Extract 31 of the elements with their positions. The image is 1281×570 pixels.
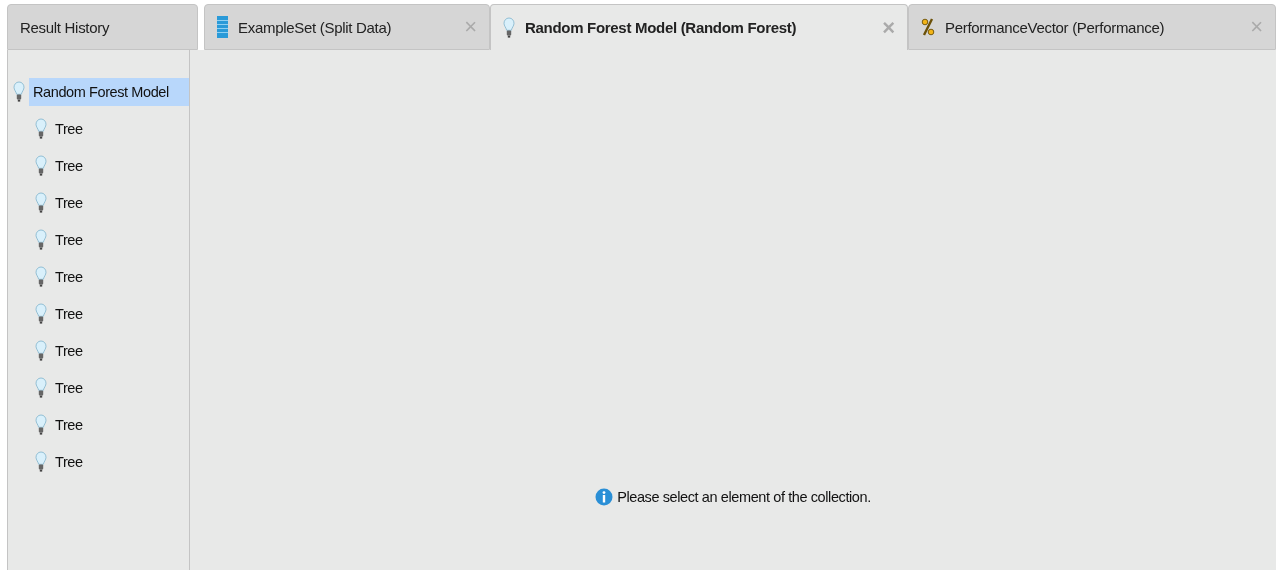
table-icon xyxy=(217,16,228,38)
tree-item[interactable]: Tree xyxy=(51,373,87,402)
info-message: Please select an element of the collection. xyxy=(617,489,871,505)
tree-item[interactable]: Tree xyxy=(51,225,87,254)
light-bulb-icon xyxy=(35,413,47,436)
tab[interactable]: Result History xyxy=(7,4,198,50)
light-bulb-icon xyxy=(35,450,47,473)
percent-icon xyxy=(921,18,935,36)
tree-item[interactable]: Tree xyxy=(51,447,87,476)
tree-item[interactable]: Tree xyxy=(51,410,87,439)
light-bulb-icon xyxy=(503,16,515,39)
tree-item[interactable]: Tree xyxy=(51,188,87,217)
tab[interactable]: PerformanceVector (Performance) × xyxy=(908,4,1276,50)
light-bulb-icon xyxy=(35,265,47,288)
light-bulb-icon xyxy=(35,154,47,177)
tree-item[interactable]: Tree xyxy=(51,262,87,291)
tree-item[interactable]: Tree xyxy=(51,151,87,180)
light-bulb-icon xyxy=(35,117,47,140)
light-bulb-icon xyxy=(35,228,47,251)
light-bulb-icon xyxy=(35,191,47,214)
tree-item[interactable]: Tree xyxy=(51,114,87,143)
light-bulb-icon xyxy=(13,80,25,103)
tab[interactable]: Random Forest Model (Random Forest) × xyxy=(490,4,908,50)
tree-item[interactable]: Random Forest Model xyxy=(29,77,189,106)
tree-item[interactable]: Tree xyxy=(51,299,87,328)
light-bulb-icon xyxy=(35,339,47,362)
info-icon xyxy=(595,488,614,506)
light-bulb-icon xyxy=(35,302,47,325)
light-bulb-icon xyxy=(35,376,47,399)
tab[interactable]: ExampleSet (Split Data) × xyxy=(204,4,490,50)
tree-item[interactable]: Tree xyxy=(51,336,87,365)
